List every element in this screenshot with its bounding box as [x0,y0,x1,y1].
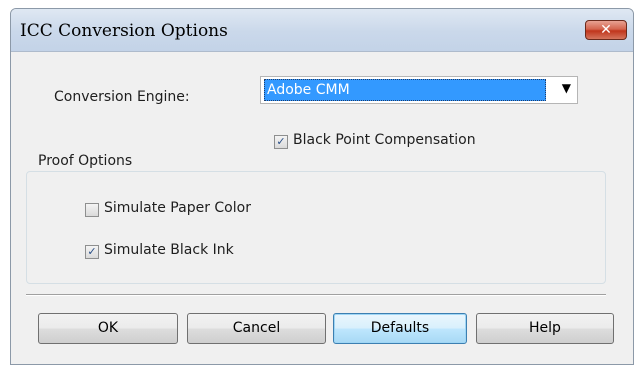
help-button[interactable]: Help [476,313,614,344]
divider [26,294,606,296]
chevron-down-icon[interactable]: ▼ [562,81,571,95]
dialog-title: ICC Conversion Options [20,21,228,41]
simulate-black-ink-checkbox[interactable]: ✓ [85,245,99,259]
conversion-engine-label: Conversion Engine: [54,89,190,105]
black-point-compensation-checkbox[interactable]: ✓ [274,135,288,149]
defaults-button[interactable]: Defaults [333,313,467,344]
simulate-paper-color-label[interactable]: Simulate Paper Color [104,200,251,216]
ok-button[interactable]: OK [38,313,178,344]
simulate-black-ink-label[interactable]: Simulate Black Ink [104,242,234,258]
conversion-engine-value: Adobe CMM [264,79,546,101]
proof-options-group [26,171,606,284]
proof-options-title: Proof Options [35,153,136,169]
black-point-compensation-label[interactable]: Black Point Compensation [293,132,476,148]
title-bar: ICC Conversion Options ✕ [11,9,633,52]
simulate-paper-color-checkbox[interactable] [85,203,99,217]
close-button[interactable]: ✕ [585,20,627,40]
cancel-button[interactable]: Cancel [187,313,326,344]
close-icon: ✕ [600,22,612,38]
conversion-engine-select[interactable]: Adobe CMM ▼ [260,76,578,104]
